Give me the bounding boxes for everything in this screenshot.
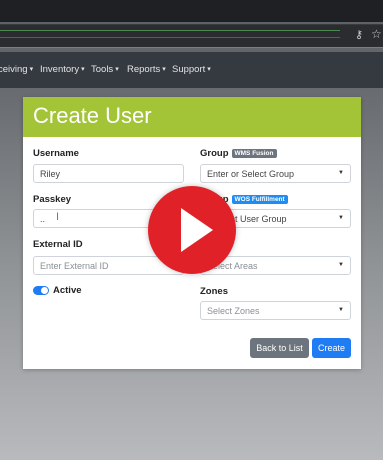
nav-item-reports[interactable]: Reports ▾ (127, 64, 166, 75)
chevron-down-icon: ▾ (29, 66, 34, 73)
nav-item-tools[interactable]: Tools ▾ (91, 64, 119, 75)
chevron-down-icon: ▼ (338, 170, 344, 176)
zones-select[interactable]: Select Zones ▼ (200, 301, 351, 320)
zones-label: Zones (200, 286, 228, 297)
browser-tab-strip (0, 0, 383, 22)
passkey-value: .. (40, 214, 46, 224)
username-field[interactable]: Riley (33, 164, 184, 183)
active-toggle[interactable] (33, 286, 49, 295)
chevron-down-icon: ▼ (338, 307, 344, 313)
chevron-down-icon: ▼ (338, 215, 344, 221)
page-title: Create User (33, 103, 152, 128)
play-icon (181, 208, 213, 252)
back-to-list-button[interactable]: Back to List (250, 338, 309, 358)
user-group-badge: WOS Fulfillment (231, 195, 288, 204)
nav-item-inventory[interactable]: Inventory ▾ (40, 64, 85, 75)
passkey-label: Passkey (33, 194, 72, 205)
username-label: Username (33, 148, 79, 159)
toggle-knob (41, 287, 48, 294)
text-cursor-icon: Ι (56, 211, 60, 223)
chevron-down-icon: ▾ (207, 66, 211, 73)
play-button[interactable] (148, 186, 236, 274)
active-label: Active (53, 285, 82, 296)
card-header: Create User (23, 97, 361, 137)
group-badge: WMS Fusion (231, 149, 277, 158)
chevron-down-icon: ▾ (162, 66, 166, 73)
star-icon[interactable]: ☆ (371, 28, 383, 40)
nav-item-receiving[interactable]: ceiving ▾ (0, 64, 33, 75)
group-label: Group WMS Fusion (200, 148, 277, 159)
group-select[interactable]: Enter or Select Group ▼ (200, 164, 351, 183)
chevron-down-icon: ▾ (81, 66, 85, 73)
nav-item-support[interactable]: Support ▾ (172, 64, 211, 75)
key-icon[interactable]: ⚷ (355, 29, 369, 41)
external-id-label: External ID (33, 239, 83, 250)
address-bar-field[interactable] (0, 30, 340, 38)
chevron-down-icon: ▾ (115, 66, 119, 73)
chevron-down-icon: ▼ (338, 262, 344, 268)
create-button[interactable]: Create (312, 338, 351, 358)
